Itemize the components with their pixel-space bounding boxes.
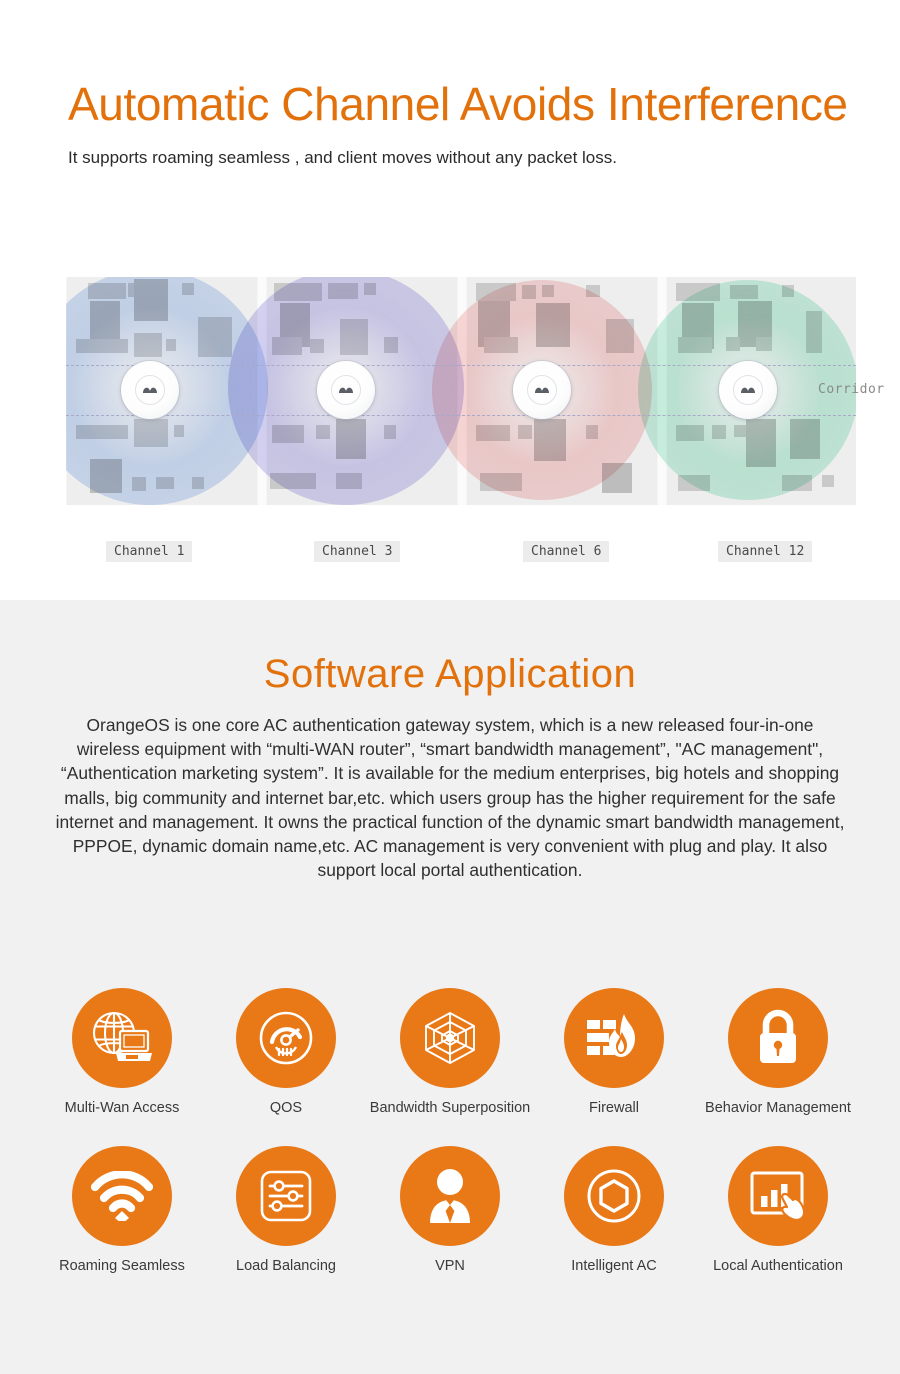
feature-icon-circle bbox=[564, 988, 664, 1088]
access-point-channel-12[interactable] bbox=[719, 361, 777, 419]
channel-label-1: Channel 1 bbox=[106, 541, 193, 562]
feature-label: QOS bbox=[269, 1100, 303, 1116]
feature-load-balancing[interactable]: Load Balancing bbox=[204, 1146, 368, 1274]
channel-label-6: Channel 6 bbox=[523, 541, 610, 562]
floorplan-block bbox=[822, 475, 834, 487]
feature-icon-circle bbox=[400, 1146, 500, 1246]
feature-qos[interactable]: QOS bbox=[204, 988, 368, 1116]
ap-logo-icon bbox=[339, 387, 353, 393]
feature-label: Load Balancing bbox=[236, 1258, 336, 1274]
feature-roaming-seamless[interactable]: Roaming Seamless bbox=[40, 1146, 204, 1274]
channel-label-12: Channel 12 bbox=[718, 541, 813, 562]
feature-local-authentication[interactable]: Local Authentication bbox=[696, 1146, 860, 1274]
page-title: Automatic Channel Avoids Interference bbox=[68, 78, 848, 130]
firewall-flame-icon bbox=[587, 1014, 635, 1057]
software-section: Software Application OrangeOS is one cor… bbox=[0, 600, 900, 1374]
software-title: Software Application bbox=[263, 652, 637, 696]
feature-icon-circle bbox=[728, 988, 828, 1088]
feature-label: VPN bbox=[435, 1258, 465, 1274]
ap-logo-icon bbox=[143, 387, 157, 393]
ap-inner-ring bbox=[135, 375, 165, 405]
feature-icon-circle bbox=[236, 988, 336, 1088]
feature-behavior-management[interactable]: Behavior Management bbox=[696, 988, 860, 1116]
ap-inner-ring bbox=[527, 375, 557, 405]
ap-inner-ring bbox=[331, 375, 361, 405]
page-root: Automatic Channel Avoids Interference It… bbox=[0, 0, 900, 1374]
touch-chart-icon bbox=[750, 1171, 806, 1222]
feature-label: Local Authentication bbox=[713, 1258, 843, 1274]
feature-icon-circle bbox=[72, 1146, 172, 1246]
access-point-channel-6[interactable] bbox=[513, 361, 571, 419]
feature-grid: Multi-Wan Access QOS Bandwidth Superposi… bbox=[40, 988, 860, 1274]
channel-label-3: Channel 3 bbox=[314, 541, 401, 562]
ap-inner-ring bbox=[733, 375, 763, 405]
feature-icon-circle bbox=[72, 988, 172, 1088]
laptop-icon bbox=[116, 1029, 152, 1061]
feature-intelligent-ac[interactable]: Intelligent AC bbox=[532, 1146, 696, 1274]
ap-logo-icon bbox=[741, 387, 755, 393]
hero-section: Automatic Channel Avoids Interference It… bbox=[0, 0, 900, 600]
spiderweb-icon bbox=[425, 1012, 475, 1064]
feature-label: Multi-Wan Access bbox=[64, 1100, 180, 1116]
feature-label: Firewall bbox=[589, 1100, 639, 1116]
speedometer-icon bbox=[259, 1011, 313, 1065]
feature-firewall[interactable]: Firewall bbox=[532, 988, 696, 1116]
feature-icon-circle bbox=[400, 988, 500, 1088]
padlock-icon bbox=[760, 1009, 796, 1063]
ap-logo-icon bbox=[535, 387, 549, 393]
feature-label: Intelligent AC bbox=[571, 1258, 657, 1274]
hexagon-ring-icon bbox=[587, 1169, 641, 1223]
sliders-icon bbox=[260, 1170, 312, 1222]
feature-label: Bandwidth Superposition bbox=[369, 1100, 531, 1116]
corridor-label: Corridor bbox=[818, 382, 885, 397]
feature-icon-circle bbox=[236, 1146, 336, 1246]
feature-multi-wan-access[interactable]: Multi-Wan Access bbox=[40, 988, 204, 1116]
person-tie-icon bbox=[430, 1169, 470, 1223]
software-description: OrangeOS is one core AC authentication g… bbox=[55, 715, 845, 881]
feature-vpn[interactable]: VPN bbox=[368, 1146, 532, 1274]
feature-icon-circle bbox=[564, 1146, 664, 1246]
feature-label: Roaming Seamless bbox=[59, 1258, 185, 1274]
feature-icon-circle bbox=[728, 1146, 828, 1246]
feature-label: Behavior Management bbox=[705, 1100, 851, 1116]
wifi-icon bbox=[91, 1171, 153, 1221]
access-point-channel-1[interactable] bbox=[121, 361, 179, 419]
globe-laptop-icon bbox=[92, 1011, 152, 1061]
page-subtitle: It supports roaming seamless , and clien… bbox=[68, 148, 617, 167]
access-point-channel-3[interactable] bbox=[317, 361, 375, 419]
channel-coverage-diagram bbox=[66, 277, 856, 505]
feature-bandwidth-superposition[interactable]: Bandwidth Superposition bbox=[368, 988, 532, 1116]
